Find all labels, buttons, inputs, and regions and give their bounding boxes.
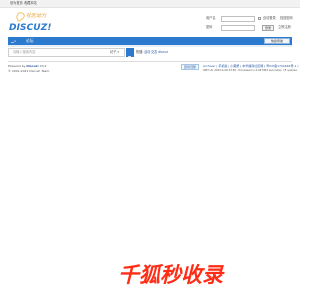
content-divider — [8, 61, 292, 62]
hot-search-label: 热搜: — [136, 50, 144, 54]
username-label: 用户名 — [206, 16, 216, 20]
sub-nav-bar — [8, 45, 292, 47]
set-homepage-link[interactable]: 设为首页 — [10, 1, 23, 6]
hot-search-term[interactable]: discuz — [158, 50, 168, 55]
copyright-text: © 2001-2021 Discuz! Team. — [8, 69, 51, 73]
logo-text: DISCUZ! — [9, 23, 52, 33]
main-nav-bar — [8, 37, 292, 45]
search-button[interactable] — [126, 48, 134, 61]
back-to-top-button[interactable]: 回到顶部 — [181, 64, 199, 70]
server-info: GMT+8, 2023-4-28 23:50 , Processed in 0.… — [203, 69, 299, 72]
powered-prefix: Powered by — [8, 64, 26, 68]
product-link[interactable]: Discuz! — [26, 64, 38, 68]
auto-login-label: 自动登录 — [263, 16, 276, 20]
site-logo[interactable]: 社区动力 DISCUZ! — [8, 12, 51, 34]
top-bar: 设为首页 收藏本站 — [0, 0, 300, 8]
quick-nav-button[interactable]: 快捷导航 — [264, 38, 290, 44]
logo-slogan: 社区动力 — [26, 13, 47, 19]
register-link[interactable]: 立即注册 — [278, 25, 291, 30]
search-placeholder: 请输入搜索内容 — [13, 50, 36, 54]
watermark-text: 千狐秒收录 — [118, 263, 223, 287]
product-version: X3.4 — [39, 64, 47, 68]
username-input[interactable] — [221, 16, 255, 22]
hot-search-term[interactable]: 交友 — [151, 50, 157, 55]
nav-item-forum[interactable]: 论坛 — [26, 37, 34, 45]
powered-by-line: Powered by Discuz! X3.4 — [8, 64, 47, 68]
login-button[interactable]: 登录 — [262, 25, 274, 31]
home-nav-icon[interactable]: ⌂ — [8, 37, 22, 45]
search-scope-select[interactable]: 帖子 ▾ — [110, 50, 119, 55]
hot-search-term[interactable]: 活动 — [144, 50, 150, 55]
password-label: 密码 — [206, 25, 213, 29]
footer-links[interactable]: Archiver | 手机版 | 小黑屋 | 中华福利社区网 ( 粤ICP备17… — [203, 64, 299, 68]
bookmark-site-link[interactable]: 收藏本站 — [24, 1, 37, 6]
password-input[interactable] — [221, 25, 255, 31]
auto-login-checkbox[interactable] — [258, 17, 261, 20]
forgot-password-link[interactable]: 找回密码 — [280, 16, 293, 21]
